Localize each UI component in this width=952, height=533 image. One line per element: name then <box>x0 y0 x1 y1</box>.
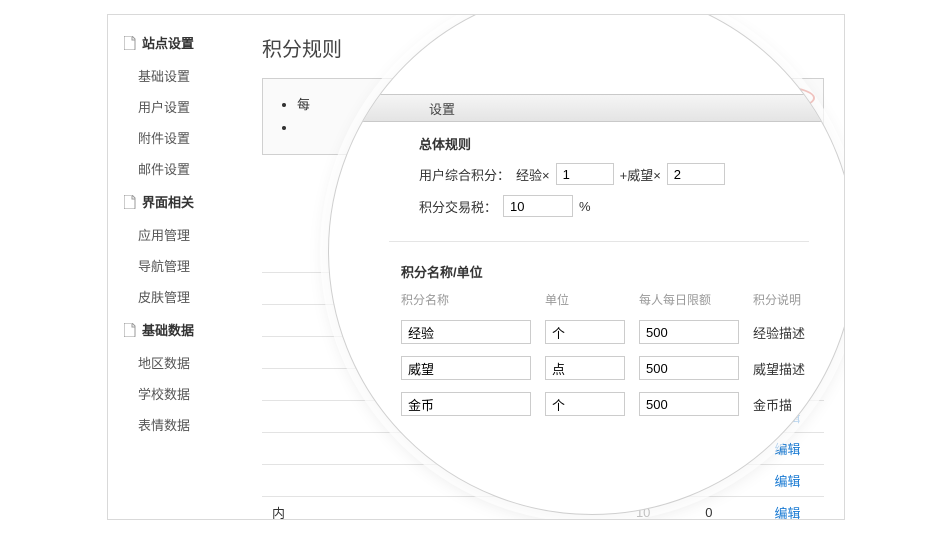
unit-input[interactable] <box>545 392 625 416</box>
prestige-weight-input[interactable] <box>667 163 725 185</box>
limit-input[interactable] <box>639 320 739 344</box>
sidebar-item-user[interactable]: 用户设置 <box>108 91 238 122</box>
sidebar-item-school[interactable]: 学校数据 <box>108 378 238 409</box>
sidebar-group-title: 基础数据 <box>142 320 194 339</box>
name-input[interactable] <box>401 392 531 416</box>
sidebar-item-attach[interactable]: 附件设置 <box>108 122 238 153</box>
document-icon <box>124 195 136 209</box>
sidebar-item-nav[interactable]: 导航管理 <box>108 250 238 281</box>
tax-row: 积分交易税： % <box>389 195 809 217</box>
document-icon <box>124 36 136 50</box>
sidebar-item-emoji[interactable]: 表情数据 <box>108 409 238 440</box>
limit-input[interactable] <box>639 392 739 416</box>
overall-rules-title: 总体规则 <box>419 134 809 153</box>
col-unit: 单位 <box>545 291 625 308</box>
sidebar-group-title: 界面相关 <box>142 192 194 211</box>
unit-input[interactable] <box>545 356 625 380</box>
col-limit: 每人每日限额 <box>639 291 739 308</box>
composite-score-row: 用户综合积分： 经验× +威望× <box>389 163 809 185</box>
magnifier-overlay: 设置 总体规则 用户综合积分： 经验× +威望× 积分交易税： % <box>328 15 844 515</box>
name-input[interactable] <box>401 356 531 380</box>
unit-input[interactable] <box>545 320 625 344</box>
exp-weight-input[interactable] <box>556 163 614 185</box>
sidebar-item-mail[interactable]: 邮件设置 <box>108 153 238 184</box>
app-card: 站点设置 基础设置 用户设置 附件设置 邮件设置 界面相关 应用管理 导航管理 … <box>107 14 845 520</box>
limit-input[interactable] <box>639 356 739 380</box>
sidebar-group-ui: 界面相关 <box>108 184 238 219</box>
desc-text: 经验描述 <box>753 323 833 342</box>
desc-text: 金币描 <box>753 395 833 414</box>
col-desc: 积分说明 <box>753 291 833 308</box>
name-input[interactable] <box>401 320 531 344</box>
sidebar-item-region[interactable]: 地区数据 <box>108 347 238 378</box>
sidebar-group-site: 站点设置 <box>108 25 238 60</box>
desc-text: 威望描述 <box>753 359 833 378</box>
sidebar-group-data: 基础数据 <box>108 312 238 347</box>
sidebar-item-skin[interactable]: 皮肤管理 <box>108 281 238 312</box>
sidebar-group-title: 站点设置 <box>142 33 194 52</box>
document-icon <box>124 323 136 337</box>
names-title: 积分名称/单位 <box>401 262 809 281</box>
sidebar-item-app[interactable]: 应用管理 <box>108 219 238 250</box>
tax-input[interactable] <box>503 195 573 217</box>
main: 积分规则 每 修改设置 金币 10编辑 2 <box>238 15 844 519</box>
sidebar: 站点设置 基础设置 用户设置 附件设置 邮件设置 界面相关 应用管理 导航管理 … <box>108 15 238 519</box>
sidebar-item-basic[interactable]: 基础设置 <box>108 60 238 91</box>
col-name: 积分名称 <box>401 291 531 308</box>
magnifier-header: 设置 <box>329 94 844 122</box>
